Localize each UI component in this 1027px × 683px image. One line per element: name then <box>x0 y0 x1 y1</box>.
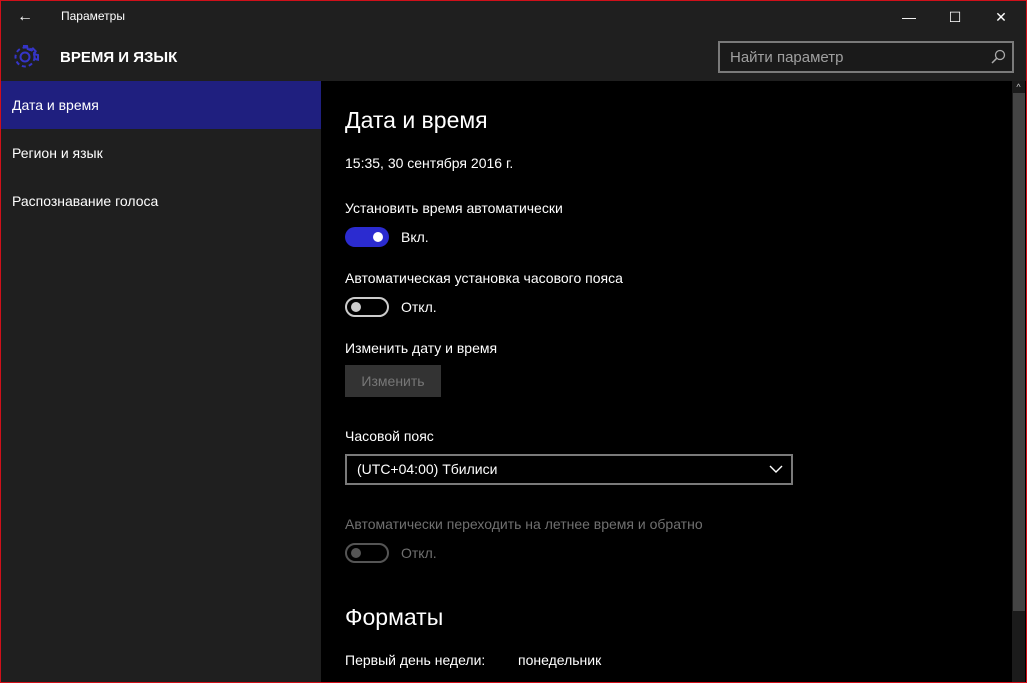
search-placeholder: Найти параметр <box>730 49 844 66</box>
sidebar-item-region-language[interactable]: Регион и язык <box>1 129 321 177</box>
page-title: Дата и время <box>345 107 488 133</box>
gear-icon <box>14 45 39 68</box>
sidebar: Дата и время Регион и язык Распознавание… <box>1 81 321 682</box>
minimize-icon: — <box>902 9 916 25</box>
first-day-value: понедельник <box>518 652 602 668</box>
auto-timezone-state: Откл. <box>401 299 437 315</box>
auto-timezone-label: Автоматическая установка часового пояса <box>345 270 623 286</box>
auto-time-state: Вкл. <box>401 229 429 245</box>
change-button[interactable]: Изменить <box>345 365 441 397</box>
chevron-down-icon <box>769 465 783 473</box>
auto-timezone-toggle[interactable] <box>345 297 389 317</box>
close-icon: ✕ <box>995 9 1007 25</box>
timezone-value: (UTC+04:00) Тбилиси <box>357 461 498 477</box>
search-input[interactable]: Найти параметр <box>718 41 1014 73</box>
dst-label: Автоматически переходить на летнее время… <box>345 516 703 532</box>
maximize-icon: ☐ <box>948 9 962 25</box>
section-title: ВРЕМЯ И ЯЗЫК <box>60 49 178 66</box>
minimize-button[interactable]: — <box>886 1 932 33</box>
close-button[interactable]: ✕ <box>978 1 1024 33</box>
timezone-label: Часовой пояс <box>345 428 434 444</box>
auto-time-toggle[interactable] <box>345 227 389 247</box>
change-datetime-label: Изменить дату и время <box>345 340 498 356</box>
back-button[interactable]: ← <box>13 7 37 27</box>
title-bar: ← Параметры — ☐ ✕ <box>1 1 1026 33</box>
formats-title: Форматы <box>345 604 444 630</box>
header: ВРЕМЯ И ЯЗЫК Найти параметр <box>1 33 1026 81</box>
search-icon[interactable] <box>990 49 1006 65</box>
sidebar-item-speech[interactable]: Распознавание голоса <box>1 177 321 225</box>
content-pane: Дата и время 15:35, 30 сентября 2016 г. … <box>321 81 1012 682</box>
first-day-label: Первый день недели: <box>345 652 486 668</box>
timezone-select[interactable]: (UTC+04:00) Тбилиси <box>345 454 793 485</box>
maximize-button[interactable]: ☐ <box>932 1 978 33</box>
auto-time-label: Установить время автоматически <box>345 200 563 216</box>
scrollbar[interactable]: ^ <box>1012 81 1025 682</box>
dst-toggle[interactable] <box>345 543 389 563</box>
dst-state: Откл. <box>401 545 437 561</box>
window-title: Параметры <box>61 9 125 23</box>
settings-window: ← Параметры — ☐ ✕ ВРЕМЯ И ЯЗЫК Найти пар… <box>0 0 1027 683</box>
sidebar-item-date-time[interactable]: Дата и время <box>1 81 321 129</box>
current-datetime: 15:35, 30 сентября 2016 г. <box>345 155 514 171</box>
scrollbar-thumb[interactable] <box>1013 93 1025 611</box>
scroll-up-icon[interactable]: ^ <box>1012 81 1025 93</box>
